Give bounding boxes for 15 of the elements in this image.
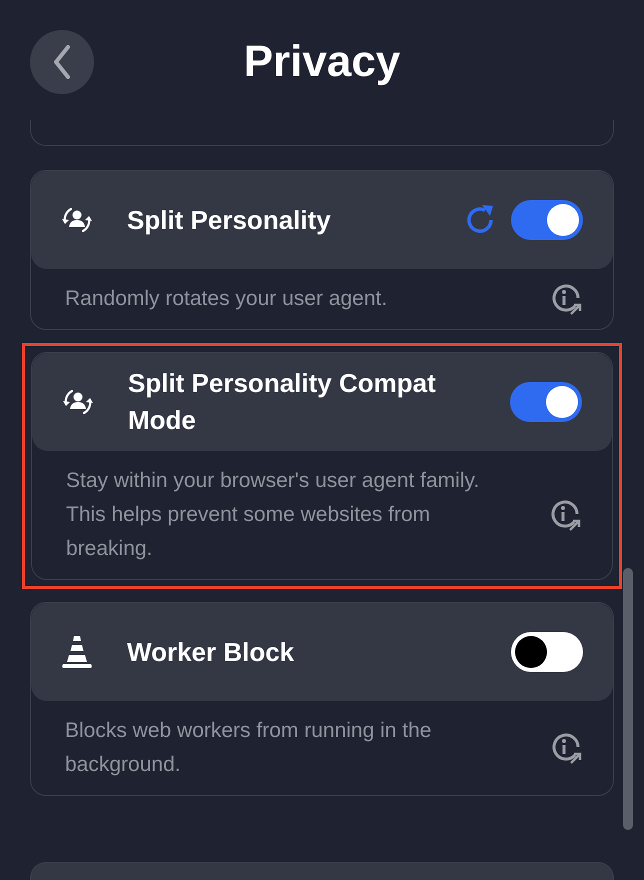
setting-title: Split Personality Compat Mode (128, 367, 437, 437)
setting-title: Split Personality (127, 204, 332, 236)
scrollbar[interactable] (623, 568, 633, 830)
toggle-switch[interactable] (511, 632, 583, 672)
toggle-switch[interactable] (511, 200, 583, 240)
setting-description: Stay within your browser's user agent family. This helps prevent some websites from breaking. (66, 468, 480, 562)
back-icon (53, 45, 71, 79)
user-rotate-icon (61, 205, 93, 235)
setting-description: Blocks web workers from running in the background. (65, 718, 432, 778)
setting-title: Worker Block (127, 636, 296, 668)
page-title: Privacy (244, 36, 400, 88)
toggle-switch[interactable] (510, 382, 582, 422)
user-rotate-icon (62, 387, 94, 417)
setting-description: Randomly rotates your user agent. (65, 286, 388, 312)
traffic-cone-icon (61, 635, 93, 669)
